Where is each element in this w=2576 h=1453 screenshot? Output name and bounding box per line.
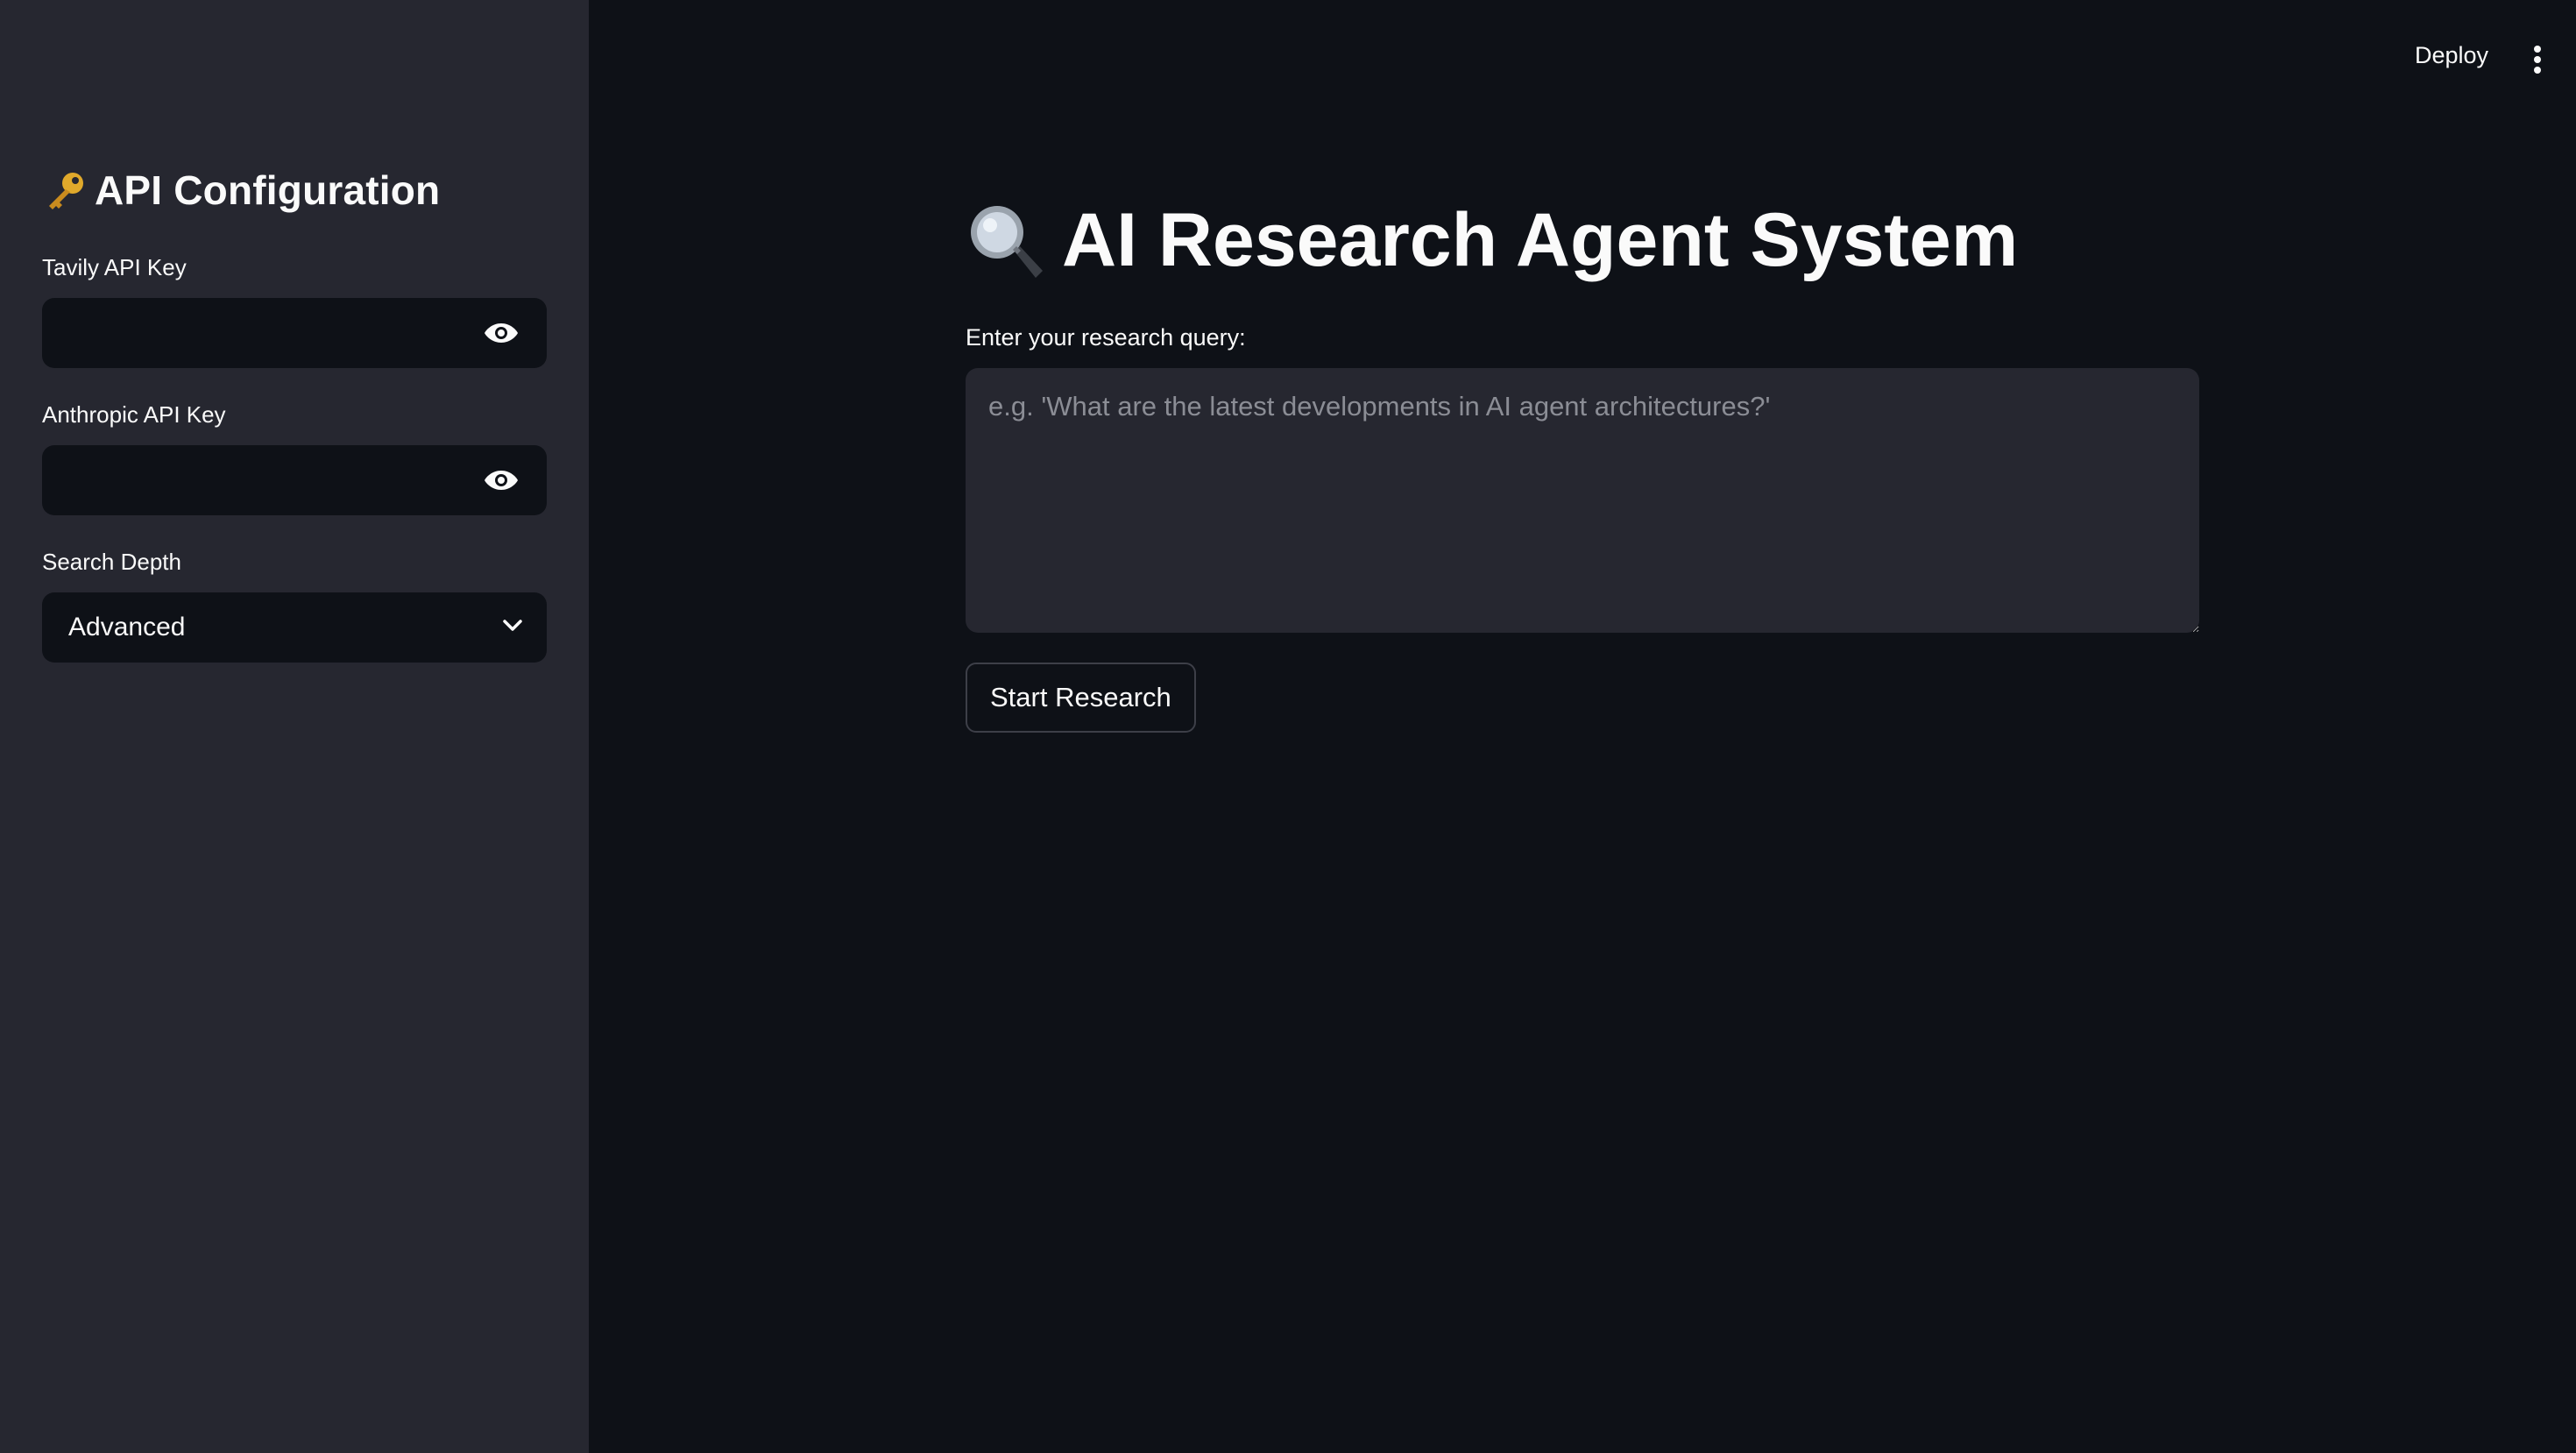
search-depth-label: Search Depth (42, 549, 181, 575)
app-root: API Configuration Tavily API Key Anthrop… (0, 0, 2576, 1453)
page-title-text: AI Research Agent System (1062, 198, 2019, 282)
page-title: AI Research Agent System (964, 197, 2018, 284)
anthropic-key-input[interactable] (42, 445, 466, 515)
search-depth-value: Advanced (68, 613, 186, 641)
eye-icon[interactable] (466, 298, 536, 368)
tavily-key-input[interactable] (42, 298, 466, 368)
sidebar-title: API Configuration (42, 167, 440, 214)
deploy-button[interactable]: Deploy (2399, 39, 2504, 73)
magnifying-glass-icon (964, 199, 1048, 283)
kebab-menu-icon[interactable] (2513, 35, 2562, 84)
eye-icon[interactable] (466, 445, 536, 515)
query-label: Enter your research query: (966, 324, 1246, 351)
sidebar-title-text: API Configuration (95, 167, 441, 213)
anthropic-key-field (42, 445, 547, 515)
chevron-down-icon (501, 619, 524, 637)
tavily-key-field (42, 298, 547, 368)
anthropic-key-label: Anthropic API Key (42, 401, 226, 428)
research-query-input[interactable] (966, 368, 2199, 633)
tavily-key-label: Tavily API Key (42, 254, 187, 280)
start-research-button[interactable]: Start Research (966, 663, 1196, 733)
search-depth-select[interactable]: Advanced (42, 592, 547, 663)
key-icon (42, 167, 89, 214)
sidebar: API Configuration Tavily API Key Anthrop… (0, 0, 589, 1453)
